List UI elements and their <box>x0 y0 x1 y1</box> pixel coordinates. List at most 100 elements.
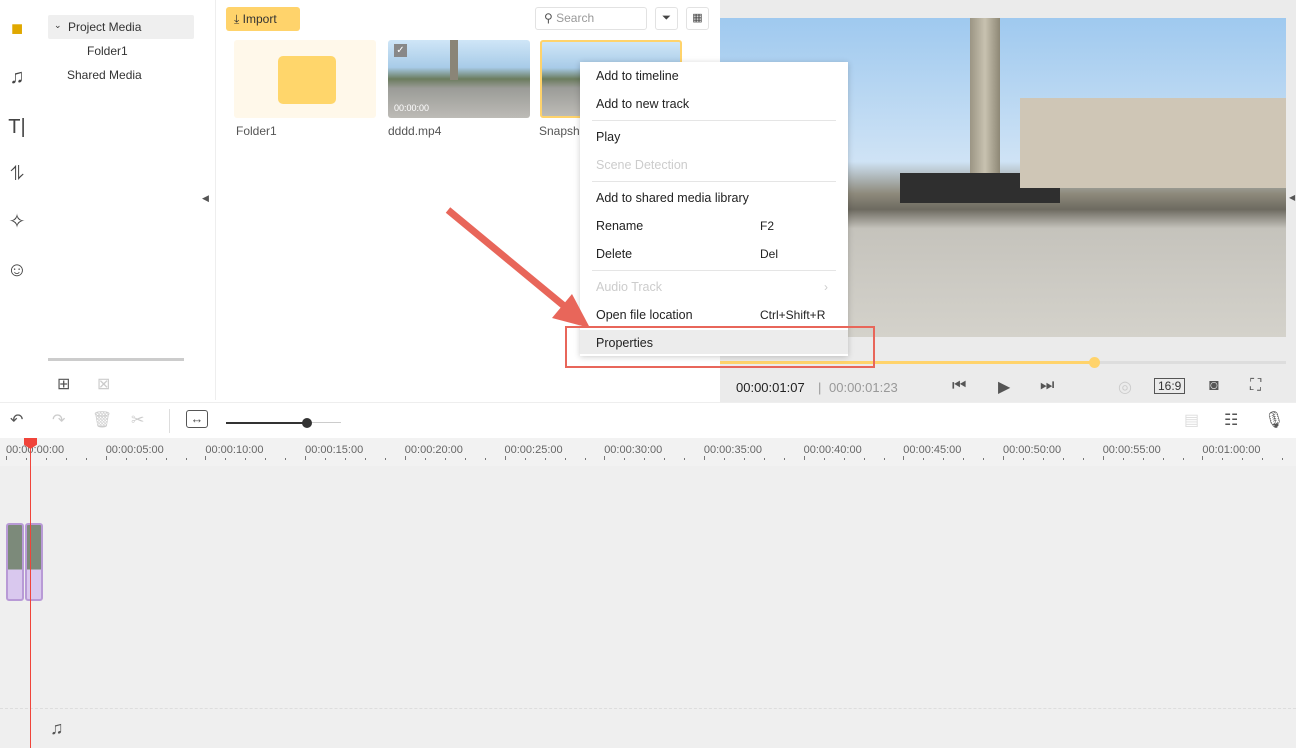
playhead[interactable] <box>30 440 31 748</box>
media-tree: ⌄ Project Media Folder1 Shared Media ⊞ ⊠… <box>40 0 216 400</box>
column-image <box>450 40 458 80</box>
ruler-tick-mark <box>1043 458 1044 460</box>
ruler-tick-mark <box>803 456 805 460</box>
ruler-tick-mark <box>345 458 347 460</box>
fullscreen-icon[interactable]: ⛶ <box>1250 377 1261 395</box>
ruler-tick-label: 00:00:40:00 <box>803 444 862 456</box>
menu-item-add-to-shared-library[interactable]: Add to shared media library <box>596 191 749 205</box>
microphone-icon[interactable]: 🎙 <box>1264 410 1284 430</box>
search-input[interactable]: ⚲ Search <box>535 7 647 30</box>
ruler-tick-mark <box>385 458 387 460</box>
effects-icon[interactable]: ✧ <box>6 211 28 233</box>
column-image <box>970 18 1000 178</box>
sidebar: ■ ♫ T| ⥮ ✧ ☺ <box>0 0 40 400</box>
ruler-tick-mark <box>504 456 506 460</box>
folder-icon <box>278 56 336 104</box>
ruler-tick-label: 00:00:30:00 <box>604 444 663 456</box>
next-frame-icon[interactable]: ⏭ <box>1040 377 1054 395</box>
ruler-tick-mark <box>1023 458 1024 460</box>
redo-icon[interactable]: ↷ <box>52 410 65 430</box>
tree-item-shared-media[interactable]: Shared Media <box>67 68 142 82</box>
menu-item-add-to-timeline[interactable]: Add to timeline <box>596 69 679 83</box>
ruler-tick-label: 00:00:05:00 <box>105 444 164 456</box>
import-label: Import <box>242 12 277 26</box>
ruler-tick-mark <box>305 456 307 460</box>
audio-mixer-icon[interactable]: ☷ <box>1224 410 1238 430</box>
ruler-tick-mark <box>1083 458 1084 460</box>
ruler-tick-mark <box>1122 458 1124 460</box>
ruler-tick-mark <box>1202 456 1204 460</box>
ruler-tick-mark <box>1102 456 1104 460</box>
ruler-tick-mark <box>265 458 267 460</box>
ruler-tick-mark <box>105 456 107 460</box>
zoom-handle[interactable] <box>301 418 312 428</box>
ruler-tick-mark <box>684 458 686 460</box>
timeline-tracks: ♫ <box>0 466 1296 748</box>
media-folder-icon[interactable]: ■ <box>6 18 28 40</box>
text-icon[interactable]: T| <box>6 116 28 138</box>
menu-item-open-file-location[interactable]: Open file location <box>596 308 693 322</box>
progress-handle[interactable] <box>1088 357 1100 368</box>
ruler-tick-mark <box>524 458 526 460</box>
chevron-right-icon: › <box>824 280 828 294</box>
ruler-tick-mark <box>943 458 945 460</box>
ruler-tick-mark <box>464 458 466 460</box>
ruler-tick-mark <box>863 458 865 460</box>
collapse-panel-icon[interactable]: ◀ <box>202 193 209 204</box>
ruler-tick-mark <box>424 458 426 460</box>
delete-icon[interactable]: 🗑 <box>92 410 112 430</box>
undo-icon[interactable]: ↶ <box>10 410 23 430</box>
media-item-folder1[interactable] <box>234 40 376 118</box>
aspect-ratio-button[interactable]: 16:9 <box>1154 378 1186 394</box>
sticker-icon[interactable]: ☺ <box>6 259 28 281</box>
filter-button[interactable]: ⏷ <box>655 7 678 30</box>
snapshot-icon[interactable]: ◙ <box>1209 377 1219 395</box>
zoom-slider[interactable] <box>226 418 341 428</box>
download-icon: ⤓ <box>234 12 243 26</box>
previous-frame-icon[interactable]: ⏮ <box>952 377 966 395</box>
music-icon[interactable]: ♫ <box>6 66 28 88</box>
ruler-tick-mark <box>604 456 606 460</box>
annotation-highlight-box <box>565 326 875 368</box>
ruler-tick-label: 00:00:25:00 <box>504 444 563 456</box>
timeline-clip[interactable] <box>25 523 43 601</box>
ruler-tick-mark <box>125 458 127 460</box>
scrollbar[interactable] <box>48 358 184 361</box>
ruler-tick-mark <box>285 458 287 460</box>
checkbox-icon[interactable]: ✓ <box>394 44 407 57</box>
delete-folder-icon[interactable]: ⊠ <box>97 374 110 394</box>
search-icon: ⚲ <box>544 11 557 25</box>
timeline-clip[interactable] <box>6 523 24 601</box>
play-icon[interactable]: ▶ <box>998 377 1010 397</box>
collapse-right-icon[interactable]: ◀ <box>1289 193 1295 202</box>
ruler-tick-mark <box>564 458 566 460</box>
transition-icon[interactable]: ⥮ <box>6 163 28 185</box>
ruler-tick-mark <box>46 458 47 460</box>
ruler-tick-mark <box>225 458 227 460</box>
tree-item-folder1[interactable]: Folder1 <box>87 44 128 58</box>
ruler-tick-mark <box>923 458 925 460</box>
cut-icon[interactable]: ✂ <box>131 410 144 430</box>
ruler-tick-mark <box>584 458 586 460</box>
ruler-tick-mark <box>544 458 546 460</box>
render-icon[interactable]: ◎ <box>1118 377 1132 397</box>
ruler-tick-label: 00:00:55:00 <box>1102 444 1161 456</box>
menu-item-add-to-new-track[interactable]: Add to new track <box>596 97 689 111</box>
audio-track-icon: ♫ <box>50 718 64 738</box>
ruler-tick-label: 00:00:15:00 <box>305 444 364 456</box>
new-folder-icon[interactable]: ⊞ <box>57 374 70 394</box>
track-manager-icon[interactable]: ▤ <box>1184 410 1199 430</box>
import-button[interactable]: ⤓ Import <box>226 7 300 31</box>
menu-item-play[interactable]: Play <box>596 130 620 144</box>
ruler-tick-mark <box>723 458 725 460</box>
ruler-tick-label: 00:00:35:00 <box>703 444 763 456</box>
media-item-video[interactable]: ✓ 00:00:00 <box>388 40 530 118</box>
ruler-tick-mark <box>484 458 486 460</box>
ruler-tick-mark <box>145 458 147 460</box>
fit-timeline-icon[interactable]: ↔ <box>186 410 208 428</box>
tree-item-project-media[interactable]: ⌄ Project Media <box>48 15 194 39</box>
ruler-tick-mark <box>624 458 626 460</box>
ruler-tick-label: 00:01:00:00 <box>1202 444 1261 456</box>
context-menu: Add to timeline Add to new track Play Sc… <box>580 62 848 356</box>
grid-view-button[interactable]: ▦ <box>686 7 709 30</box>
